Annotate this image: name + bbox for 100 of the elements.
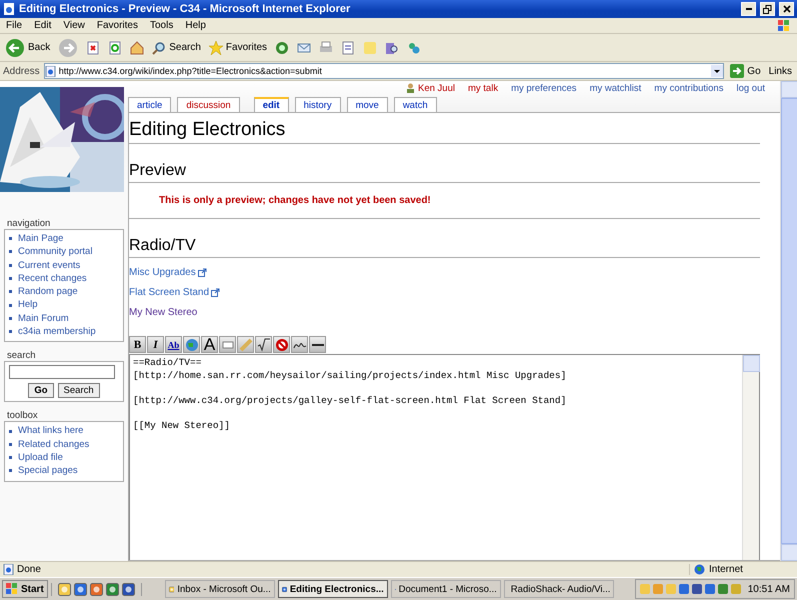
close-button[interactable] xyxy=(779,2,794,16)
menu-item[interactable]: File xyxy=(0,20,28,31)
sidebar-link[interactable]: Special pages xyxy=(9,464,119,478)
menu-item[interactable]: Help xyxy=(179,20,212,31)
ie-page-icon xyxy=(3,3,15,15)
wiki-link[interactable]: My New Stereo xyxy=(129,307,198,318)
personal-link[interactable]: my talk xyxy=(468,82,498,94)
no-sign-icon xyxy=(274,338,288,352)
horizontal-rule-icon xyxy=(312,344,324,346)
rule-button[interactable] xyxy=(309,336,326,353)
sidebar-link[interactable]: Main Page xyxy=(9,232,119,246)
taskbar-button[interactable]: RadioShack- Audio/Vi... xyxy=(504,580,614,598)
signature-button[interactable] xyxy=(291,336,308,353)
taskbar-button[interactable]: Document1 - Microso... xyxy=(390,580,501,598)
page-tab[interactable]: watch xyxy=(394,97,437,112)
minimize-button[interactable] xyxy=(741,2,756,16)
wiki-link[interactable]: Misc Upgrades xyxy=(129,267,207,278)
star-icon xyxy=(208,40,223,54)
tray-icon[interactable] xyxy=(718,584,728,594)
search-button[interactable]: Search xyxy=(150,36,203,60)
tray-icon[interactable] xyxy=(704,584,715,594)
excel-app-icon[interactable] xyxy=(106,582,119,596)
go-button[interactable]: Go xyxy=(28,383,54,398)
personal-link[interactable]: my contributions xyxy=(654,82,724,94)
italic-button[interactable]: I xyxy=(147,336,164,353)
restore-button[interactable] xyxy=(760,2,775,16)
user-icon xyxy=(406,83,415,93)
clock-app-icon[interactable] xyxy=(58,582,71,596)
sidebar-link[interactable]: Related changes xyxy=(9,438,119,451)
window-title: Editing Electronics - Preview - C34 - Microsoft Internet Explorer xyxy=(19,3,352,15)
portlet-heading: toolbox xyxy=(6,410,39,422)
page-scrollbar[interactable] xyxy=(780,81,797,561)
restore-icon xyxy=(763,4,772,14)
sidebar-link[interactable]: Help xyxy=(9,298,119,312)
research-icon xyxy=(385,40,400,54)
edit-textarea[interactable]: ==Radio/TV== [http://home.san.rr.com/heysailor/sailing/projects/index.html Misc Upgrades] [http://www.c34.org/projects/galley-self-flat-screen.html Flat Screen Stand] [[My New Stereo]] xyxy=(129,354,760,560)
media-app-icon[interactable] xyxy=(90,582,103,596)
square-root-icon xyxy=(256,338,270,352)
external-link-icon xyxy=(198,268,207,277)
sidebar-link[interactable]: Current events xyxy=(9,258,119,272)
sidebar-link[interactable]: Upload file xyxy=(9,450,119,464)
links-button[interactable]: Links xyxy=(766,59,794,83)
tray-icon[interactable] xyxy=(678,584,689,594)
menu-item[interactable]: Edit xyxy=(28,20,58,31)
search-field[interactable] xyxy=(9,365,115,380)
page-tab[interactable]: history xyxy=(294,97,341,112)
stop-icon xyxy=(86,40,100,54)
status-text: Done xyxy=(17,564,42,575)
math-button[interactable] xyxy=(255,336,272,353)
sidebar-link[interactable]: What links here xyxy=(9,424,119,438)
link-button[interactable]: Ab xyxy=(165,336,182,353)
favorites-button[interactable]: Favorites xyxy=(206,36,270,60)
menu-item[interactable]: View xyxy=(57,20,91,31)
search-button[interactable]: Search xyxy=(58,383,100,398)
bold-button[interactable]: B xyxy=(129,336,146,353)
image-button[interactable] xyxy=(219,336,236,353)
address-label: Address xyxy=(3,66,40,76)
portlet-heading: navigation xyxy=(6,218,52,229)
external-link-icon xyxy=(211,288,220,297)
preview-warning: This is only a preview; changes have not yet been saved! xyxy=(159,195,431,206)
start-button[interactable]: Start xyxy=(2,580,48,598)
globe-icon xyxy=(184,338,198,352)
messenger-icon xyxy=(407,40,422,54)
page-icon xyxy=(44,66,56,76)
sidebar-link[interactable]: Main Forum xyxy=(9,312,119,326)
personal-link[interactable]: log out xyxy=(736,82,765,94)
sidebar-link[interactable]: Recent changes xyxy=(9,272,119,286)
sidebar-link[interactable]: Community portal xyxy=(9,245,119,259)
menu-item[interactable]: Tools xyxy=(144,20,180,31)
home-icon xyxy=(130,40,144,54)
page-tab[interactable]: discussion xyxy=(177,97,240,112)
tray-icon[interactable] xyxy=(692,584,702,594)
personal-link[interactable]: my watchlist xyxy=(590,82,642,94)
user-link[interactable]: Ken Juul xyxy=(406,82,455,94)
scrollbar[interactable] xyxy=(742,355,759,560)
nowiki-button[interactable] xyxy=(273,336,290,353)
page-tab[interactable]: edit xyxy=(254,97,289,112)
document-icon xyxy=(341,40,356,54)
address-field[interactable]: http://www.c34.org/wiki/index.php?title=Electronics&action=submit xyxy=(44,63,724,79)
headline-button[interactable]: A xyxy=(201,336,218,353)
sidebar-link[interactable]: c34ia membership xyxy=(9,325,119,338)
page-tab[interactable]: article xyxy=(128,97,172,112)
page-tab[interactable]: move xyxy=(346,97,388,112)
clock: 10:51 AM xyxy=(748,584,790,594)
page-title: Editing Electronics xyxy=(129,119,760,144)
taskbar-button[interactable]: Editing Electronics... xyxy=(278,580,388,598)
globe-button[interactable] xyxy=(183,336,200,353)
ie-app-icon[interactable] xyxy=(74,582,87,596)
personal-link[interactable]: my preferences xyxy=(511,82,577,94)
refresh-icon xyxy=(108,40,122,54)
portlet-heading: search xyxy=(6,350,37,362)
windows-flag-icon xyxy=(6,583,18,595)
globe-icon xyxy=(694,564,705,575)
menu-item[interactable]: Favorites xyxy=(90,20,144,31)
wiki-link[interactable]: Flat Screen Stand xyxy=(129,287,220,298)
close-icon xyxy=(782,5,790,13)
sidebar-link[interactable]: Random page xyxy=(9,285,119,298)
taskbar-button[interactable]: Inbox - Microsoft Ou... xyxy=(164,580,275,598)
section-heading: Radio/TV xyxy=(129,237,760,258)
back-button[interactable]: Back xyxy=(3,36,52,60)
